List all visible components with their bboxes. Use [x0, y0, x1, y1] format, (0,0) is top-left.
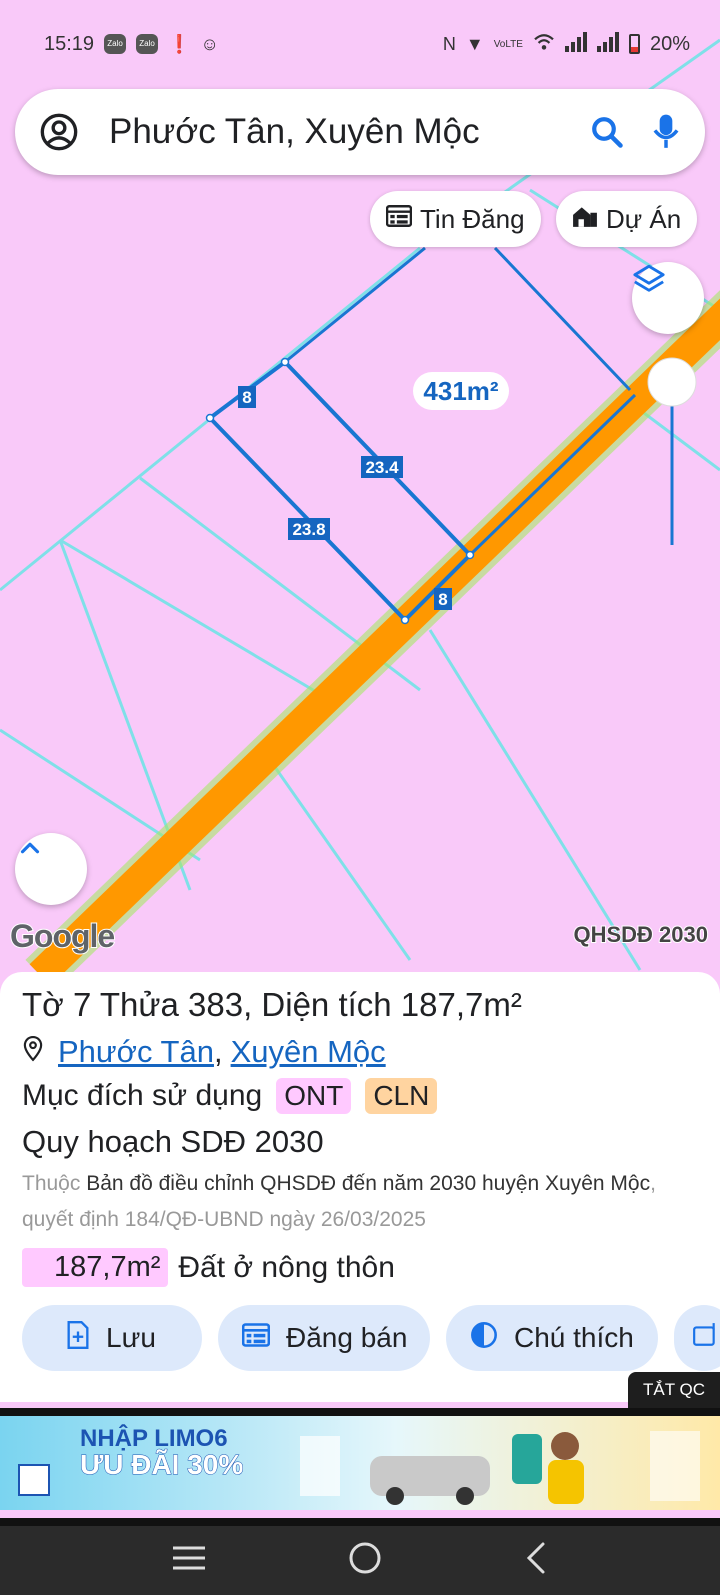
purpose-label: Mục đích sử dụng	[22, 1079, 263, 1112]
vertex-point	[400, 615, 410, 625]
more-action-button[interactable]	[674, 1305, 720, 1371]
edge-label: 23.8	[292, 520, 325, 539]
ward-link[interactable]: Phước Tân	[58, 1034, 214, 1070]
plan-title: Quy hoạch SDĐ 2030	[22, 1124, 324, 1159]
save-label: Lưu	[106, 1322, 156, 1353]
navigation-bar	[0, 1518, 720, 1595]
close-ad-button[interactable]: TẮT QC	[628, 1372, 720, 1408]
vertex-point	[465, 550, 475, 560]
save-button[interactable]: Lưu	[22, 1305, 202, 1371]
plan-description: Thuộc Bản đồ điều chỉnh QHSDĐ đến năm 20…	[22, 1166, 698, 1238]
desc-main: Bản đồ điều chỉnh QHSDĐ đến năm 2030 huy…	[86, 1172, 651, 1195]
action-buttons: Lưu Đăng bán Chú thích	[22, 1305, 720, 1371]
location-separator: ,	[213, 1034, 223, 1069]
contrast-icon	[470, 1321, 498, 1356]
app-notif-icon: ☺	[200, 33, 219, 54]
layers-button[interactable]	[632, 262, 704, 334]
parcel-boundary	[268, 759, 412, 961]
post-sale-label: Đăng bán	[286, 1322, 408, 1353]
signal-icon	[564, 31, 587, 57]
parcel-location: Phước Tân , Xuyên Mộc	[22, 1034, 698, 1070]
listings-label: Tin Đăng	[420, 203, 525, 234]
search-bar[interactable]: Phước Tân, Xuyên Mộc	[15, 89, 705, 175]
status-bar: 15:19 Zalo Zalo ❗ ☺ N ▼ VoLTE 20%	[0, 0, 720, 88]
listings-button[interactable]: Tin Đăng	[370, 191, 541, 247]
neighbour-parcel-edge	[468, 393, 637, 557]
file-add-icon	[66, 1320, 90, 1356]
nfc-icon: N	[442, 33, 456, 54]
parcel-area-label: 431m²	[413, 372, 509, 410]
location-icon: ▼	[465, 33, 484, 54]
expand-panel-button[interactable]	[15, 833, 87, 905]
calendar-list-icon	[385, 204, 413, 235]
land-area-value: 187,7m²	[22, 1248, 169, 1287]
legend-button[interactable]: Chú thích	[446, 1305, 658, 1371]
projects-label: Dự Án	[606, 203, 682, 234]
zalo-notif-icon: Zalo	[136, 34, 159, 54]
road	[29, 298, 720, 975]
volte-icon: VoLTE	[493, 38, 523, 50]
parcel-title: Tờ 7 Thửa 383, Diện tích 187,7m²	[22, 986, 522, 1023]
edge-label: 8	[242, 388, 251, 407]
legend-label: Chú thích	[514, 1322, 634, 1353]
battery-icon	[628, 34, 640, 54]
back-icon[interactable]	[523, 1541, 549, 1580]
ad-banner[interactable]: NHẬP LIMO6 ƯU ĐÃI 30%	[0, 1408, 720, 1510]
edge-label: 23.4	[365, 458, 399, 477]
vertex-point	[280, 357, 290, 367]
parcel-boundary	[59, 538, 331, 702]
alert-notif-icon: ❗	[168, 33, 191, 54]
zalo-notif-icon: Zalo	[104, 34, 127, 54]
battery-percent: 20%	[649, 32, 690, 55]
wifi-icon	[533, 33, 555, 56]
signal-icon	[596, 31, 619, 57]
building-icon	[572, 204, 598, 235]
parcel-boundary	[428, 629, 642, 971]
edge-label: 8	[438, 590, 447, 609]
land-use-purpose: Mục đích sử dụng ONT CLN	[22, 1078, 698, 1114]
home-icon[interactable]	[348, 1541, 382, 1580]
search-input[interactable]: Phước Tân, Xuyên Mộc	[109, 112, 589, 152]
land-type-label: Đất ở nông thôn	[178, 1250, 395, 1284]
purpose-badge-cln: CLN	[365, 1078, 438, 1114]
plan-layer-label: QHSDĐ 2030	[572, 921, 709, 948]
projects-button[interactable]: Dự Án	[556, 191, 698, 247]
neighbour-parcel-edge	[493, 246, 632, 392]
purpose-badge-ont: ONT	[276, 1078, 352, 1114]
measure-drag-handle	[647, 357, 697, 407]
parcel-info-panel: Tờ 7 Thửa 383, Diện tích 187,7m² Phước T…	[0, 972, 720, 1402]
status-right: N ▼ VoLTE 20%	[442, 31, 690, 57]
neighbour-parcel-edge	[284, 246, 426, 364]
location-pin-icon	[22, 1034, 44, 1070]
microphone-icon[interactable]	[651, 113, 681, 151]
add-photo-icon	[692, 1322, 718, 1355]
land-area-row: 187,7m² Đất ở nông thôn	[22, 1248, 698, 1287]
district-link[interactable]: Xuyên Mộc	[231, 1034, 386, 1070]
account-icon[interactable]	[39, 112, 79, 152]
desc-prefix: Thuộc	[22, 1172, 81, 1195]
search-icon[interactable]	[589, 114, 625, 150]
status-left: 15:19 Zalo Zalo ❗ ☺	[44, 33, 219, 56]
vertex-point	[205, 413, 215, 423]
post-sale-button[interactable]: Đăng bán	[218, 1305, 430, 1371]
google-logo: Google	[9, 917, 116, 955]
recent-apps-icon[interactable]	[171, 1544, 207, 1577]
parcel-boundary	[639, 408, 720, 472]
status-time: 15:19	[44, 32, 95, 55]
calendar-list-icon	[241, 1322, 271, 1355]
ad-illustration	[300, 1431, 700, 1505]
